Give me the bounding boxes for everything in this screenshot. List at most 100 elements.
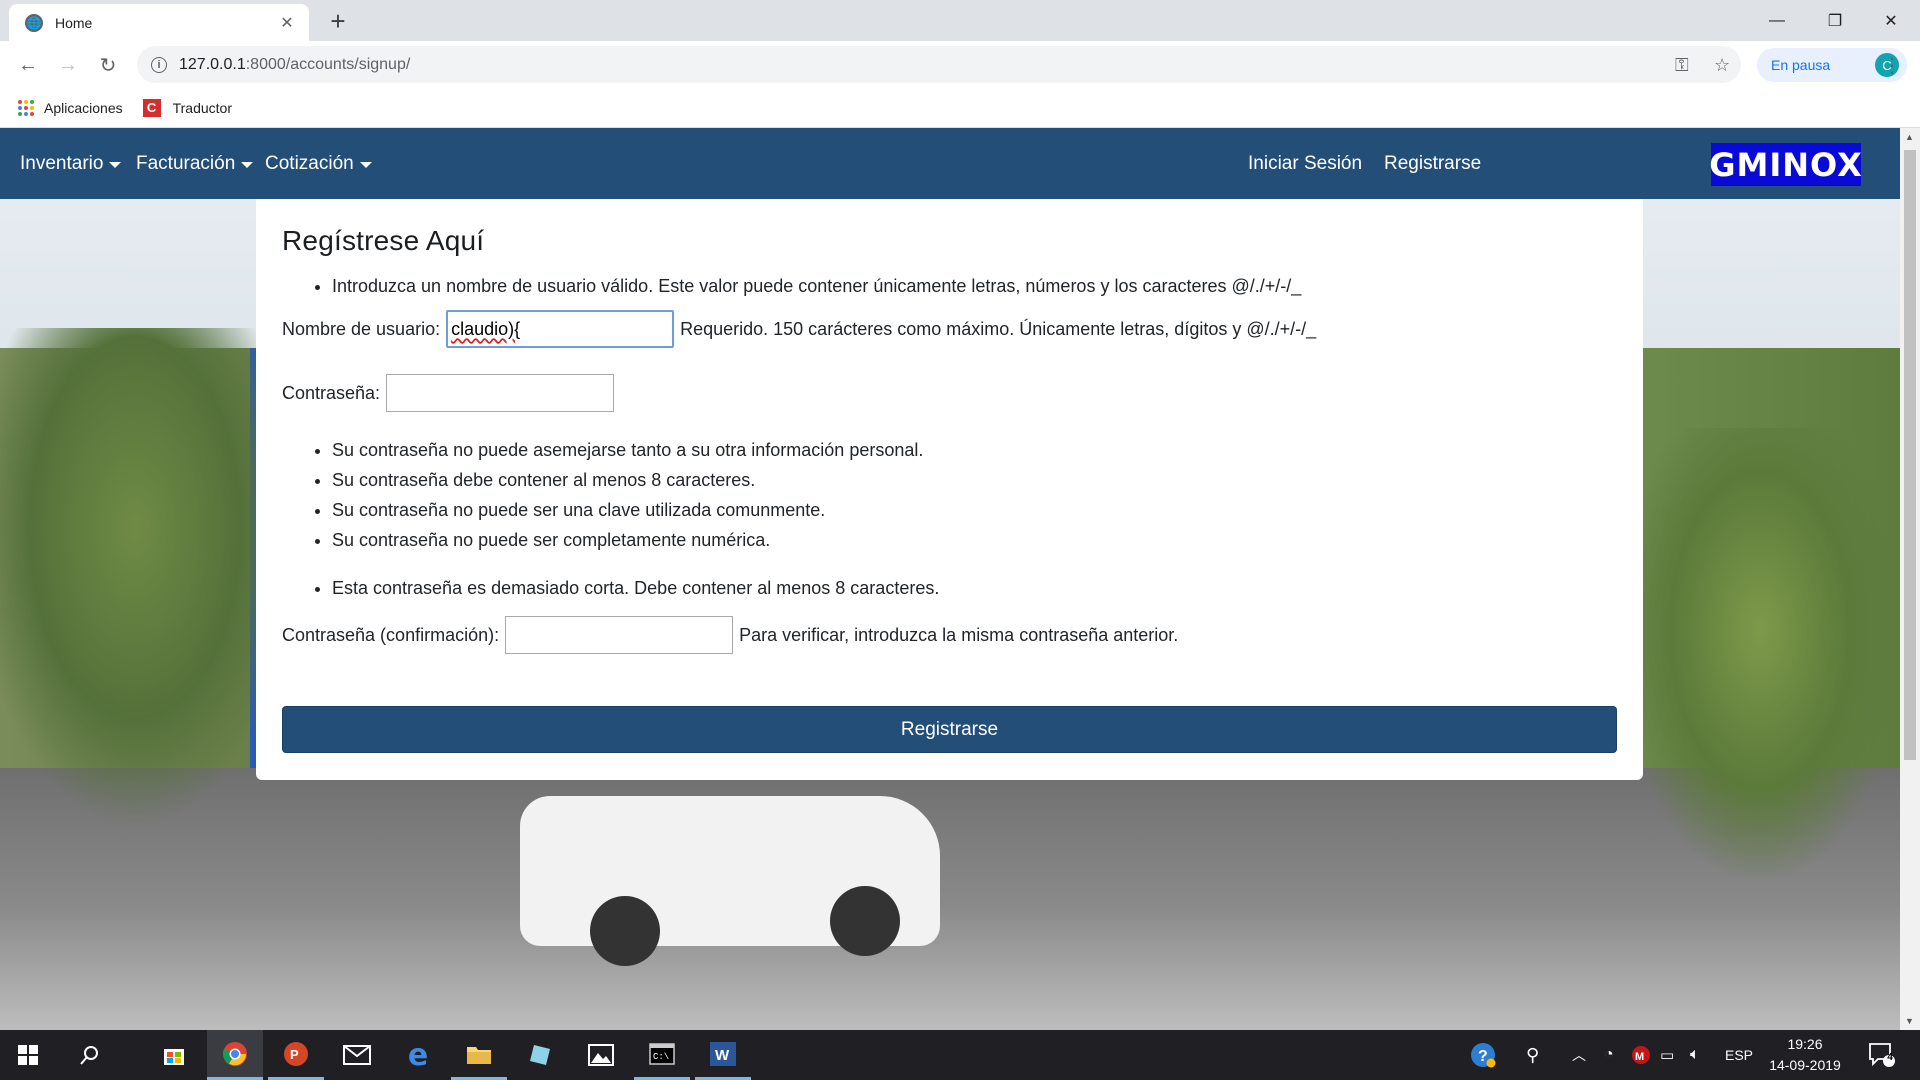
url-path: :8000/accounts/signup/: [245, 55, 411, 73]
windows-start-icon[interactable]: [0, 1030, 56, 1080]
minimize-button[interactable]: —: [1748, 0, 1806, 41]
password-rule: Su contraseña debe contener al menos 8 c…: [332, 465, 1617, 495]
username-label: Nombre de usuario:: [282, 318, 441, 339]
bookmarks-bar: Aplicaciones C Traductor: [0, 88, 1920, 128]
svg-text:?: ?: [1478, 1048, 1488, 1065]
chevron-up-icon[interactable]: ︿: [1572, 1030, 1586, 1080]
nav-menu-label: Cotización: [265, 152, 354, 174]
username-row: Nombre de usuario: claudio){ Requerido. …: [282, 309, 1617, 349]
background-tree-right: [1620, 428, 1900, 878]
store-icon[interactable]: [146, 1030, 202, 1080]
terminal-icon[interactable]: C:\: [634, 1030, 690, 1080]
key-icon[interactable]: ⚿: [1675, 55, 1689, 76]
file-explorer-icon[interactable]: [451, 1030, 507, 1080]
password-error-list: Esta contraseña es demasiado corta. Debe…: [282, 573, 1617, 603]
confirm-password-input[interactable]: [505, 616, 734, 654]
password-input[interactable]: [386, 374, 615, 412]
browser-toolbar: ← → ↻ i 127.0.0.1:8000/accounts/signup/ …: [0, 41, 1920, 88]
caret-down-icon: [359, 161, 372, 168]
register-link[interactable]: Registrarse: [1384, 153, 1481, 175]
bookmark-traductor[interactable]: C Traductor: [142, 98, 232, 117]
brand-logo[interactable]: GMINOX: [1709, 143, 1862, 186]
action-center-icon[interactable]: 4: [1868, 1030, 1896, 1080]
bookmark-label: Aplicaciones: [44, 99, 123, 116]
language-indicator[interactable]: ESP: [1725, 1030, 1753, 1080]
tab-strip: 🌐 Home ✕ + — ❐ ✕: [0, 0, 1920, 41]
mail-icon[interactable]: [329, 1030, 385, 1080]
star-bookmark-icon[interactable]: ☆: [1714, 55, 1730, 76]
login-link[interactable]: Iniciar Sesión: [1248, 153, 1362, 175]
nav-menu-facturacion[interactable]: Facturación: [136, 152, 254, 175]
site-info-icon[interactable]: i: [151, 56, 167, 73]
username-error-list: Introduzca un nombre de usuario válido. …: [282, 271, 1617, 301]
caret-down-icon: [241, 161, 254, 168]
menu-kebab-icon[interactable]: ⋮: [1882, 53, 1902, 78]
reload-icon[interactable]: ↻: [92, 49, 124, 81]
mcafee-icon[interactable]: M: [1631, 1030, 1651, 1080]
volume-icon[interactable]: 🔈︎: [1690, 1030, 1700, 1080]
system-clock[interactable]: 19:26 14-09-2019: [1760, 1034, 1850, 1076]
signup-card: Regístrese Aquí Introduzca un nombre de …: [256, 199, 1643, 780]
nav-menu-cotizacion[interactable]: Cotización: [265, 153, 372, 175]
powerpoint-icon[interactable]: P: [268, 1030, 324, 1080]
restore-button[interactable]: ❐: [1806, 0, 1864, 41]
caret-down-icon: [109, 161, 122, 168]
bookmark-label: Traductor: [172, 99, 232, 116]
app-icon[interactable]: [512, 1030, 568, 1080]
background-truck: [520, 796, 940, 966]
edge-icon[interactable]: e: [390, 1030, 446, 1080]
password-rule: Su contraseña no puede asemejarse tanto …: [332, 435, 1617, 465]
confirm-label: Contraseña (confirmación):: [282, 624, 500, 645]
nav-menu-inventario[interactable]: Inventario: [20, 152, 122, 175]
word-icon[interactable]: W: [695, 1030, 751, 1080]
site-navbar: Inventario Facturación Cotización Inicia…: [0, 128, 1900, 199]
username-value: claudio){: [451, 318, 521, 339]
back-arrow-icon[interactable]: ←: [12, 49, 44, 81]
svg-text:P: P: [290, 1047, 299, 1062]
page-viewport: Inventario Facturación Cotización Inicia…: [0, 128, 1900, 1030]
browser-tab[interactable]: 🌐 Home ✕: [9, 4, 309, 41]
close-tab-icon[interactable]: ✕: [277, 13, 297, 33]
close-window-button[interactable]: ✕: [1862, 0, 1920, 41]
background-tree-left: [0, 328, 300, 828]
network-icon[interactable]: ◔: [1604, 1030, 1614, 1080]
clock-time: 19:26: [1787, 1036, 1823, 1052]
people-icon[interactable]: ⚲: [1526, 1030, 1539, 1080]
nav-menu-label: Facturación: [136, 152, 236, 174]
scroll-down-icon[interactable]: ▼: [1905, 1016, 1914, 1026]
photos-icon[interactable]: [573, 1030, 629, 1080]
password-row: Contraseña:: [282, 373, 1617, 413]
error-item: Introduzca un nombre de usuario válido. …: [332, 271, 1617, 301]
password-rule: Su contraseña no puede ser una clave uti…: [332, 495, 1617, 525]
error-item: Esta contraseña es demasiado corta. Debe…: [332, 573, 1617, 603]
chrome-icon[interactable]: [207, 1030, 263, 1080]
battery-icon[interactable]: ▭: [1660, 1030, 1674, 1080]
profile-status: En pausa: [1771, 57, 1831, 73]
scrollbar-thumb[interactable]: [1904, 150, 1916, 760]
nav-menu-label: Inventario: [20, 152, 104, 174]
traductor-icon: C: [142, 98, 161, 117]
clock-date: 14-09-2019: [1769, 1057, 1841, 1073]
confirm-row: Contraseña (confirmación): Para verifica…: [282, 615, 1617, 655]
password-rules-list: Su contraseña no puede asemejarse tanto …: [282, 435, 1617, 555]
new-tab-button[interactable]: +: [324, 8, 352, 36]
svg-text:M: M: [1635, 1051, 1644, 1063]
username-input[interactable]: claudio){: [446, 310, 675, 348]
password-label: Contraseña:: [282, 382, 381, 403]
globe-icon: 🌐: [25, 13, 43, 32]
address-bar[interactable]: i 127.0.0.1:8000/accounts/signup/: [137, 46, 1741, 83]
svg-text:C:\: C:\: [653, 1052, 669, 1062]
register-button[interactable]: Registrarse: [282, 706, 1617, 753]
bookmark-aplicaciones[interactable]: Aplicaciones: [18, 99, 123, 116]
page-scrollbar[interactable]: ▲ ▼: [1900, 128, 1920, 1030]
scroll-up-icon[interactable]: ▲: [1905, 132, 1914, 142]
tab-title: Home: [55, 14, 93, 31]
confirm-help: Para verificar, introduzca la misma cont…: [739, 624, 1179, 645]
forward-arrow-icon[interactable]: →: [52, 49, 84, 81]
windows-taskbar: P e C:\ W ? ⚲ ︿ ◔ M ▭ 🔈︎ ESP 19:26 14-09…: [0, 1030, 1920, 1080]
svg-text:W: W: [715, 1047, 730, 1064]
password-rule: Su contraseña no puede ser completamente…: [332, 525, 1617, 555]
url-host: 127.0.0.1: [179, 55, 246, 73]
help-icon[interactable]: ?: [1470, 1030, 1496, 1080]
search-icon[interactable]: [62, 1030, 118, 1080]
